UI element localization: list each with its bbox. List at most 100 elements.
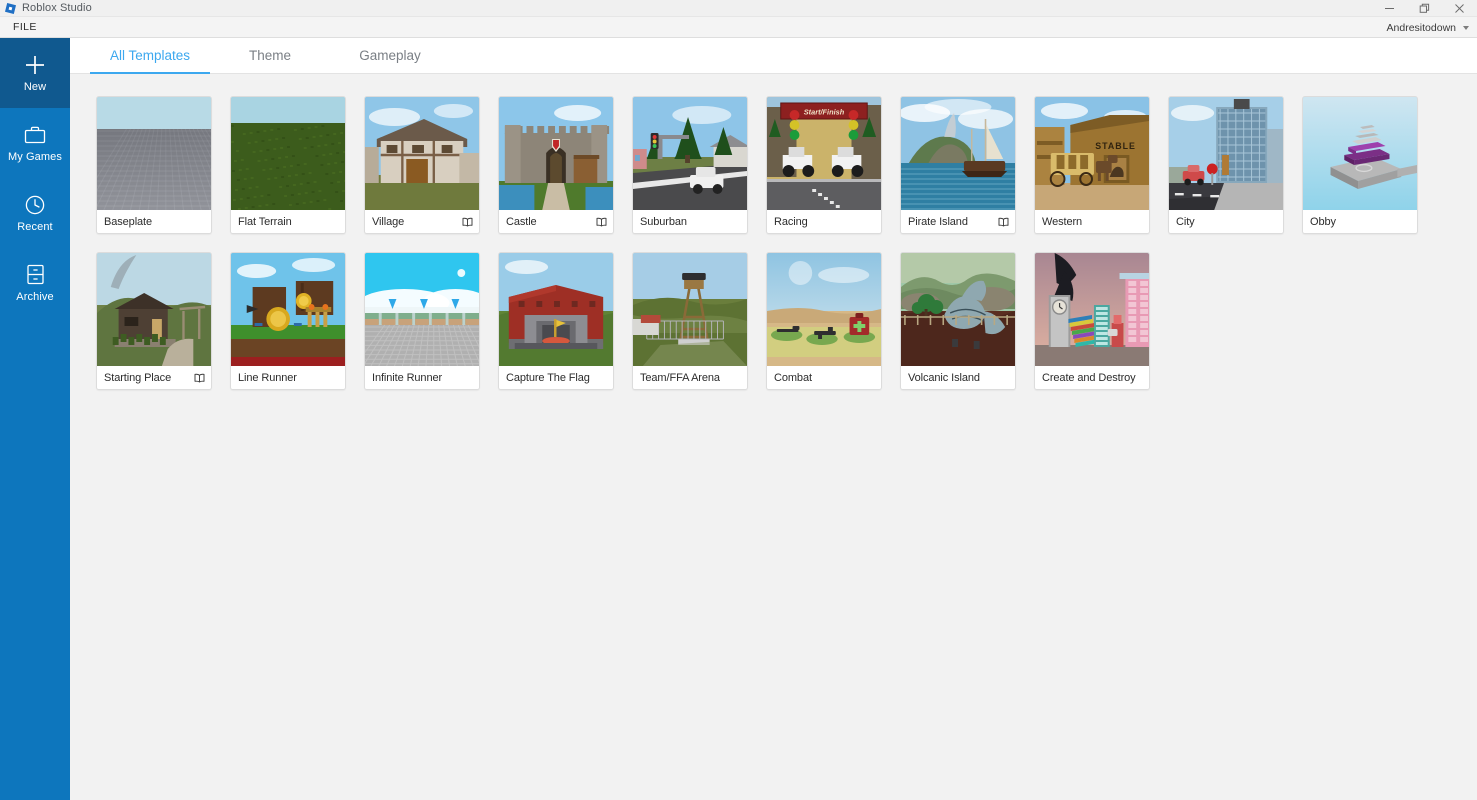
template-card[interactable]: Combat [766,252,882,390]
template-card-footer: Pirate Island [901,210,1015,233]
sidebar: New My Games Recent [0,38,70,800]
template-thumbnail [97,253,211,366]
window-title: Roblox Studio [22,2,92,14]
restore-icon[interactable] [1407,0,1442,17]
tab-all-templates[interactable]: All Templates [90,38,210,73]
template-card-footer: City [1169,210,1283,233]
template-card-footer: Obby [1303,210,1417,233]
template-card[interactable]: Pirate Island [900,96,1016,234]
template-thumbnail [901,97,1015,210]
template-thumbnail [365,97,479,210]
close-icon[interactable] [1442,0,1477,17]
title-bar: Roblox Studio [0,0,1477,17]
menu-bar: FILE Andresitodown [0,17,1477,38]
template-card[interactable]: Infinite Runner [364,252,480,390]
sidebar-label-new: New [24,81,46,93]
template-card[interactable]: Volcanic Island [900,252,1016,390]
template-card[interactable]: Team/FFA Arena [632,252,748,390]
template-thumbnail [499,97,613,210]
sidebar-label-my-games: My Games [8,151,62,163]
templates-content: Baseplate Flat Terrain Village [70,74,1477,800]
template-thumbnail [499,253,613,366]
template-name: Pirate Island [908,216,968,228]
template-card-footer: Baseplate [97,210,211,233]
template-thumbnail [767,253,881,366]
template-card[interactable]: Flat Terrain [230,96,346,234]
template-name: Village [372,216,404,228]
template-card-footer: Suburban [633,210,747,233]
menu-item-file[interactable]: FILE [4,17,46,38]
book-icon[interactable] [462,217,473,227]
template-thumbnail [365,253,479,366]
template-name: Team/FFA Arena [640,372,720,384]
app-shell: New My Games Recent [0,38,1477,800]
sidebar-item-my-games[interactable]: My Games [0,108,70,178]
template-thumbnail: Start/Finish [767,97,881,210]
template-name: Line Runner [238,372,297,384]
main-panel: All Templates Theme Gameplay Baseplate F… [70,38,1477,800]
window-controls [1372,0,1477,17]
tab-bar: All Templates Theme Gameplay [70,38,1477,74]
svg-text:Start/Finish: Start/Finish [804,107,845,116]
sidebar-item-new[interactable]: New [0,38,70,108]
template-card[interactable]: Castle [498,96,614,234]
plus-icon [24,54,46,76]
template-grid: Baseplate Flat Terrain Village [96,96,1436,390]
template-card-footer: Capture The Flag [499,366,613,389]
template-card[interactable]: Village [364,96,480,234]
sidebar-item-recent[interactable]: Recent [0,178,70,248]
sidebar-label-recent: Recent [17,221,52,233]
template-thumbnail [1169,97,1283,210]
template-card-footer: Western [1035,210,1149,233]
account-menu[interactable]: Andresitodown [1387,17,1469,38]
template-card[interactable]: Obby [1302,96,1418,234]
svg-text:STABLE: STABLE [1095,141,1136,151]
template-card-footer: Racing [767,210,881,233]
template-card[interactable]: Suburban [632,96,748,234]
template-name: Create and Destroy [1042,372,1136,384]
template-thumbnail [231,253,345,366]
template-name: Suburban [640,216,687,228]
template-name: Western [1042,216,1082,228]
template-card[interactable]: Line Runner [230,252,346,390]
sidebar-item-archive[interactable]: Archive [0,248,70,318]
template-card[interactable]: Create and Destroy [1034,252,1150,390]
minimize-icon[interactable] [1372,0,1407,17]
template-thumbnail [231,97,345,210]
template-name: Obby [1310,216,1336,228]
template-card-footer: Village [365,210,479,233]
template-card-footer: Volcanic Island [901,366,1015,389]
template-card-footer: Flat Terrain [231,210,345,233]
template-card[interactable]: Start/Finish Racing [766,96,882,234]
briefcase-icon [24,124,46,146]
template-thumbnail [97,97,211,210]
book-icon[interactable] [596,217,607,227]
template-card-footer: Castle [499,210,613,233]
template-card[interactable]: City [1168,96,1284,234]
account-username: Andresitodown [1387,22,1456,34]
template-name: Capture The Flag [506,372,590,384]
tab-gameplay[interactable]: Gameplay [330,38,450,73]
sidebar-label-archive: Archive [16,291,53,303]
tab-theme[interactable]: Theme [210,38,330,73]
clock-icon [24,194,46,216]
roblox-logo-icon [5,3,16,14]
template-card-footer: Combat [767,366,881,389]
template-card-footer: Line Runner [231,366,345,389]
template-card-footer: Infinite Runner [365,366,479,389]
book-icon[interactable] [998,217,1009,227]
template-thumbnail [1035,253,1149,366]
template-card[interactable]: STABLE Western [1034,96,1150,234]
book-icon[interactable] [194,373,205,383]
template-name: Baseplate [104,216,152,228]
template-card[interactable]: Baseplate [96,96,212,234]
template-name: Starting Place [104,372,171,384]
template-name: Flat Terrain [238,216,292,228]
template-thumbnail [1303,97,1417,210]
template-card[interactable]: Starting Place [96,252,212,390]
file-cabinet-icon [26,264,45,286]
template-card[interactable]: Capture The Flag [498,252,614,390]
template-thumbnail [633,97,747,210]
template-card-footer: Starting Place [97,366,211,389]
template-thumbnail [901,253,1015,366]
